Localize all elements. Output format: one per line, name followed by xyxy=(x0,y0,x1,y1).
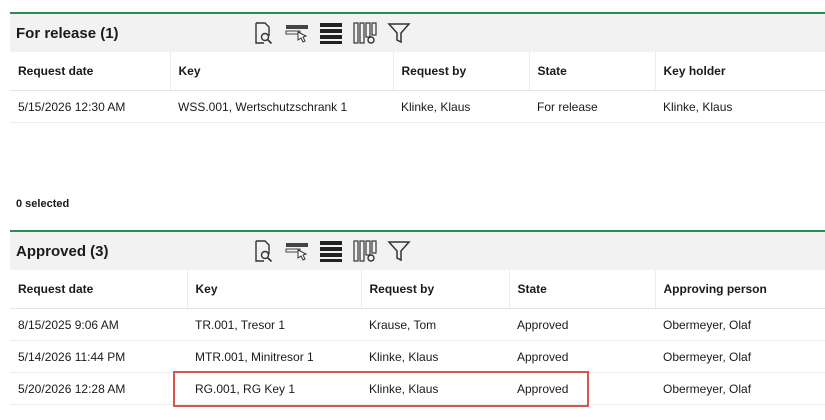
approved-header: Approved (3) xyxy=(10,230,825,270)
cell-state: Approved xyxy=(509,308,655,341)
table-header-row: Request date Key Request by State Approv… xyxy=(10,270,825,309)
cell-request-date: 5/20/2026 12:28 AM xyxy=(10,372,187,405)
approved-section: Approved (3) Request date Key Request by… xyxy=(10,230,825,405)
for-release-table: Request date Key Request by State Key ho… xyxy=(10,52,825,123)
cell-request-by: Krause, Tom xyxy=(361,308,509,341)
selection-count: 0 selected xyxy=(16,198,70,210)
approved-toolbar xyxy=(250,239,412,263)
column-settings-icon[interactable] xyxy=(352,239,378,263)
cell-key: RG.001, RG Key 1 xyxy=(187,372,361,405)
table-row[interactable]: 8/15/2025 9:06 AM TR.001, Tresor 1 Kraus… xyxy=(10,308,825,341)
select-cursor-icon[interactable] xyxy=(284,21,310,45)
document-search-icon[interactable] xyxy=(250,239,276,263)
cell-request-by: Klinke, Klaus xyxy=(361,340,509,373)
select-cursor-icon[interactable] xyxy=(284,239,310,263)
column-header[interactable]: Key holder xyxy=(655,52,825,91)
cell-key: TR.001, Tresor 1 xyxy=(187,308,361,341)
filter-icon[interactable] xyxy=(386,21,412,45)
column-header[interactable]: Key xyxy=(187,270,362,309)
cell-key-holder: Klinke, Klaus xyxy=(655,90,825,123)
column-header[interactable]: Request date xyxy=(10,270,188,309)
column-header[interactable]: Approving person xyxy=(655,270,825,309)
cell-approving-person: Obermeyer, Olaf xyxy=(655,308,825,341)
cell-request-date: 5/15/2026 12:30 AM xyxy=(10,90,170,123)
document-search-icon[interactable] xyxy=(250,21,276,45)
cell-request-date: 5/14/2026 11:44 PM xyxy=(10,340,187,373)
list-rows-icon[interactable] xyxy=(318,239,344,263)
table-header-row: Request date Key Request by State Key ho… xyxy=(10,52,825,91)
column-header[interactable]: Request by xyxy=(361,270,510,309)
list-rows-icon[interactable] xyxy=(318,21,344,45)
column-header[interactable]: State xyxy=(529,52,656,91)
filter-icon[interactable] xyxy=(386,239,412,263)
cell-state: Approved xyxy=(509,372,655,405)
column-settings-icon[interactable] xyxy=(352,21,378,45)
cell-key: MTR.001, Minitresor 1 xyxy=(187,340,361,373)
for-release-section: For release (1) Request date Key Request… xyxy=(10,12,825,123)
approved-table: Request date Key Request by State Approv… xyxy=(10,270,825,405)
table-row[interactable]: 5/14/2026 11:44 PM MTR.001, Minitresor 1… xyxy=(10,340,825,373)
cell-approving-person: Obermeyer, Olaf xyxy=(655,372,825,405)
cell-state: Approved xyxy=(509,340,655,373)
column-header[interactable]: Request by xyxy=(393,52,530,91)
table-row[interactable]: 5/20/2026 12:28 AM RG.001, RG Key 1 Klin… xyxy=(10,372,825,405)
cell-key: WSS.001, Wertschutzschrank 1 xyxy=(170,90,393,123)
for-release-toolbar xyxy=(250,21,412,45)
cell-request-by: Klinke, Klaus xyxy=(393,90,529,123)
column-header[interactable]: Request date xyxy=(10,52,171,91)
column-header[interactable]: Key xyxy=(170,52,394,91)
cell-request-by: Klinke, Klaus xyxy=(361,372,509,405)
cell-request-date: 8/15/2025 9:06 AM xyxy=(10,308,187,341)
for-release-title: For release (1) xyxy=(16,24,119,42)
approved-title: Approved (3) xyxy=(16,242,109,260)
cell-state: For release xyxy=(529,90,655,123)
for-release-header: For release (1) xyxy=(10,12,825,52)
cell-approving-person: Obermeyer, Olaf xyxy=(655,340,825,373)
column-header[interactable]: State xyxy=(509,270,656,309)
table-row[interactable]: 5/15/2026 12:30 AM WSS.001, Wertschutzsc… xyxy=(10,90,825,123)
